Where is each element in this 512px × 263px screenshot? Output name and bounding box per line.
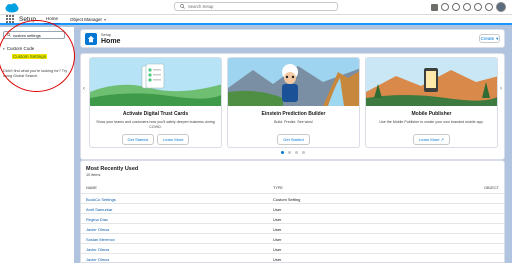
- no-results-hint: Didn't find what you're looking for? Try…: [3, 69, 68, 78]
- carousel-dot[interactable]: [294, 151, 298, 154]
- tab-home[interactable]: Home: [44, 14, 61, 24]
- tab-home-label: Home: [46, 16, 59, 21]
- record-link[interactable]: Regina Díaz: [86, 217, 108, 222]
- carousel-dot[interactable]: [301, 151, 305, 154]
- app-launcher-icon[interactable]: [6, 15, 14, 23]
- app-nav-bar: Setup Home Object Manager ▾: [0, 15, 512, 25]
- card-title: Activate Digital Trust Cards: [122, 111, 189, 117]
- card-actions: Get Started: [228, 134, 359, 145]
- card-actions: Get Started Learn More: [90, 134, 221, 145]
- bell-icon[interactable]: [485, 3, 493, 11]
- table-row: Javier Olmos User: [81, 223, 504, 233]
- tab-object-manager-label: Object Manager: [70, 16, 103, 22]
- carousel-card-digital-trust: Activate Digital Trust Cards Show your t…: [89, 57, 222, 148]
- item-count: 10 items: [86, 173, 101, 177]
- card-description: Build. Predict. See wins!: [274, 120, 313, 124]
- tree-item-custom-code[interactable]: ▾ Custom Code: [3, 46, 34, 51]
- tab-object-manager[interactable]: Object Manager ▾: [68, 14, 108, 24]
- carousel-card-mobile-publisher: Mobile Publisher Use the Mobile Publishe…: [365, 57, 498, 148]
- table-row: Amit Samurkar User: [81, 203, 504, 213]
- record-type: User: [273, 257, 282, 262]
- chevron-left-icon[interactable]: ‹: [83, 86, 85, 92]
- feature-carousel: ‹ › Activate Digital Trust Cards Show yo…: [80, 53, 505, 160]
- record-link[interactable]: Javier Olmos: [86, 257, 109, 262]
- record-link[interactable]: Amit Samurkar: [86, 207, 112, 212]
- trailhead-icon[interactable]: [452, 3, 460, 11]
- column-header-object[interactable]: Object: [484, 186, 499, 190]
- record-type: User: [273, 207, 282, 212]
- salesforce-logo[interactable]: [5, 3, 19, 13]
- home-icon: [85, 33, 97, 45]
- carousel-card-einstein: Einstein Prediction Builder Build. Predi…: [227, 57, 360, 148]
- record-link[interactable]: Soslan Merenov: [86, 237, 115, 242]
- tree-item-label: Custom Code: [6, 46, 35, 51]
- setup-search-input[interactable]: Search Setup: [174, 2, 338, 11]
- mobile-publisher-illustration: [366, 58, 497, 106]
- help-icon[interactable]: [463, 3, 471, 11]
- card-title: Mobile Publisher: [411, 111, 452, 117]
- create-button[interactable]: Create ▾: [479, 34, 500, 43]
- record-type: User: [273, 247, 282, 252]
- gear-icon[interactable]: [474, 3, 482, 11]
- quick-find-value: custom settings: [13, 32, 41, 38]
- record-type: User: [273, 237, 282, 242]
- carousel-dot[interactable]: [280, 151, 284, 154]
- table-row: BookCo Settings Custom Setting: [81, 193, 504, 203]
- page-title: Home: [101, 38, 121, 45]
- global-header: Search Setup: [0, 0, 512, 15]
- column-header-type[interactable]: Type: [273, 186, 283, 190]
- page-header: Setup Home Create ▾: [80, 29, 505, 48]
- card-description: Use the Mobile Publisher to create your …: [379, 120, 484, 124]
- record-link[interactable]: Javier Olmos: [86, 227, 109, 232]
- record-link[interactable]: Javier Olmos: [86, 247, 109, 252]
- einstein-illustration: [228, 58, 359, 106]
- card-description: Show your teams and customers how you'll…: [96, 120, 215, 129]
- header-utility-icons: [431, 2, 506, 12]
- search-icon: [180, 4, 185, 9]
- table-row: Javier Olmos User: [81, 253, 504, 263]
- record-link[interactable]: BookCo Settings: [86, 197, 116, 202]
- panel-title: Most Recently Used: [86, 166, 139, 172]
- record-type: Custom Setting: [273, 197, 301, 202]
- table-row: Javier Olmos User: [81, 243, 504, 253]
- external-link-icon: ↗: [440, 137, 444, 142]
- setup-sidebar: custom settings ▾ Custom Code Custom Set…: [0, 27, 74, 263]
- chevron-down-icon: ▾: [496, 35, 499, 41]
- page-overline: Setup: [101, 33, 111, 37]
- avatar[interactable]: [496, 2, 506, 12]
- chevron-down-icon[interactable]: ▾: [104, 17, 106, 22]
- app-name: Setup: [19, 15, 36, 23]
- search-placeholder: Search Setup: [188, 4, 214, 9]
- learn-more-button[interactable]: Learn More: [157, 134, 190, 145]
- tree-item-custom-settings[interactable]: Custom Settings: [12, 54, 48, 59]
- learn-more-label: Learn More: [419, 137, 440, 142]
- chevron-right-icon[interactable]: ›: [500, 86, 502, 92]
- card-title: Einstein Prediction Builder: [261, 111, 326, 117]
- favorites-icon[interactable]: [431, 3, 438, 11]
- search-icon: [7, 33, 11, 37]
- digital-trust-illustration: [90, 58, 221, 106]
- card-actions: Learn More ↗: [366, 134, 497, 145]
- global-actions-icon[interactable]: [441, 3, 449, 11]
- column-header-name[interactable]: Name: [86, 186, 97, 190]
- get-started-button[interactable]: Get Started: [277, 134, 310, 145]
- learn-more-button[interactable]: Learn More ↗: [413, 134, 450, 145]
- carousel-pagination: [81, 151, 504, 154]
- record-type: User: [273, 217, 282, 222]
- create-label: Create: [480, 36, 495, 41]
- get-started-button[interactable]: Get Started: [121, 134, 154, 145]
- table-row: Soslan Merenov User: [81, 233, 504, 243]
- chevron-down-icon[interactable]: ▾: [3, 47, 5, 51]
- record-type: User: [273, 227, 282, 232]
- quick-find-input[interactable]: custom settings: [3, 31, 65, 39]
- most-recently-used-panel: Most Recently Used 10 items Name Type Ob…: [80, 160, 505, 263]
- table-row: Regina Díaz User: [81, 213, 504, 223]
- carousel-dot[interactable]: [287, 151, 291, 154]
